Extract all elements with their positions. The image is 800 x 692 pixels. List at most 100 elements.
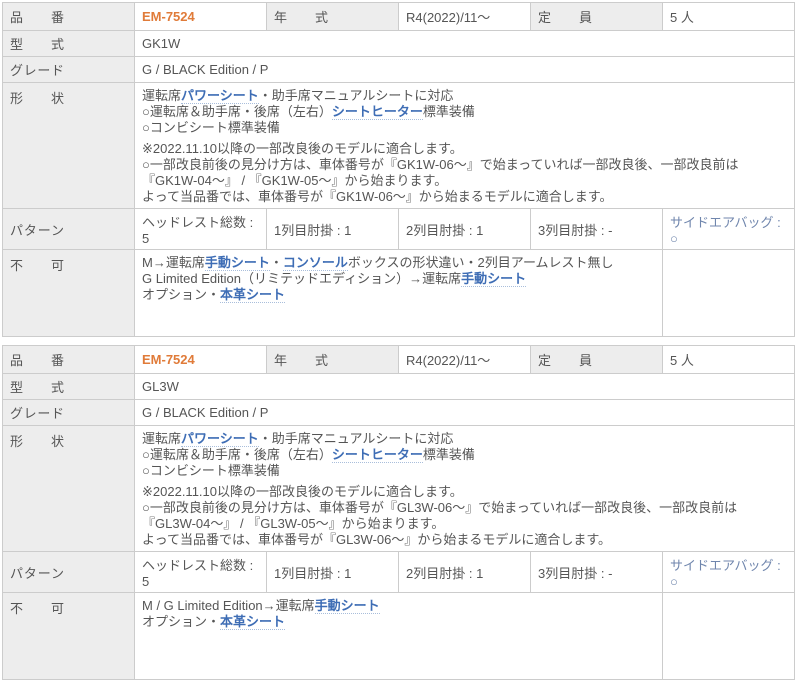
row-model: 型 式 GK1W <box>3 31 795 57</box>
pattern-armrest-row1: 1列目肘掛 : 1 <box>267 552 399 593</box>
label-grade: グレード <box>3 400 135 426</box>
text-line: 運転席パワーシート・助手席マニュアルシートに対応 <box>142 431 787 447</box>
shape-notes: 運転席パワーシート・助手席マニュアルシートに対応○運転席＆助手席・後席（左右）シ… <box>135 83 795 209</box>
label-part-number: 品 番 <box>3 3 135 31</box>
pattern-armrest-row3: 3列目肘掛 : - <box>531 552 663 593</box>
pattern-armrest-row3: 3列目肘掛 : - <box>531 209 663 250</box>
text-line: オプション・本革シート <box>142 287 655 303</box>
label-not-applicable: 不 可 <box>3 250 135 337</box>
pattern-headrest: ヘッドレスト総数 : 5 <box>135 552 267 593</box>
value-part-number: EM-7524 <box>135 3 267 31</box>
not-applicable-notes: M→運転席手動シート・コンソールボックスの形状違い・2列目アームレスト無しG L… <box>135 250 663 337</box>
not-applicable-empty-cell <box>663 593 795 680</box>
term-link[interactable]: 手動シート <box>205 255 270 271</box>
label-shape-text: 形 状 <box>10 88 64 107</box>
label-not-applicable: 不 可 <box>3 593 135 680</box>
label-capacity-text: 定 員 <box>538 350 592 369</box>
text-line: オプション・本革シート <box>142 614 655 630</box>
value-grade: G / BLACK Edition / P <box>135 400 795 426</box>
term-link[interactable]: パワーシート <box>181 431 259 447</box>
text-line: ※2022.11.10以降の一部改良後のモデルに適合します。 <box>142 484 787 500</box>
label-part-number: 品 番 <box>3 346 135 374</box>
row-not-applicable: 不 可 M→運転席手動シート・コンソールボックスの形状違い・2列目アームレスト無… <box>3 250 795 337</box>
label-shape-text: 形 状 <box>10 431 64 450</box>
pattern-side-airbag: サイドエアバッグ : ○ <box>663 209 795 250</box>
side-airbag-link[interactable]: サイドエアバッグ : ○ <box>670 558 781 589</box>
label-capacity: 定 員 <box>531 346 663 374</box>
value-year: R4(2022)/11～ <box>399 346 531 374</box>
label-model: 型 式 <box>3 374 135 400</box>
label-capacity: 定 員 <box>531 3 663 31</box>
label-pattern: パターン <box>3 552 135 593</box>
term-link[interactable]: 手動シート <box>461 271 526 287</box>
label-grade: グレード <box>3 57 135 83</box>
spec-table-2: 品 番 EM-7524 年 式 R4(2022)/11～ 定 員 5 人 型 式… <box>2 345 795 680</box>
term-link[interactable]: 本革シート <box>220 287 285 303</box>
label-grade-text: グレード <box>10 60 64 79</box>
value-capacity: 5 人 <box>663 346 795 374</box>
row-header: 品 番 EM-7524 年 式 R4(2022)/11～ 定 員 5 人 <box>3 3 795 31</box>
text-line: よって当品番では、車体番号が『GL3W-06～』から始まるモデルに適合します。 <box>142 532 787 548</box>
pattern-headrest: ヘッドレスト総数 : 5 <box>135 209 267 250</box>
value-year: R4(2022)/11～ <box>399 3 531 31</box>
value-grade: G / BLACK Edition / P <box>135 57 795 83</box>
row-model: 型 式 GL3W <box>3 374 795 400</box>
row-pattern: パターン ヘッドレスト総数 : 5 1列目肘掛 : 1 2列目肘掛 : 1 3列… <box>3 552 795 593</box>
value-capacity: 5 人 <box>663 3 795 31</box>
label-model-text: 型 式 <box>10 34 64 53</box>
spec-table-1: 品 番 EM-7524 年 式 R4(2022)/11～ 定 員 5 人 型 式… <box>2 2 795 337</box>
label-year: 年 式 <box>267 346 399 374</box>
not-applicable-notes: M / G Limited Edition→運転席手動シートオプション・本革シー… <box>135 593 663 680</box>
side-airbag-link[interactable]: サイドエアバッグ : ○ <box>670 215 781 246</box>
label-model: 型 式 <box>3 31 135 57</box>
term-link[interactable]: コンソール <box>283 255 348 271</box>
text-line: ○一部改良前後の見分け方は、車体番号が『GL3W-06～』で始まっていれば一部改… <box>142 500 787 532</box>
text-line: 運転席パワーシート・助手席マニュアルシートに対応 <box>142 88 787 104</box>
row-shape: 形 状 運転席パワーシート・助手席マニュアルシートに対応○運転席＆助手席・後席（… <box>3 83 795 209</box>
pattern-armrest-row2: 2列目肘掛 : 1 <box>399 209 531 250</box>
label-pattern: パターン <box>3 209 135 250</box>
pattern-armrest-row2: 2列目肘掛 : 1 <box>399 552 531 593</box>
label-model-text: 型 式 <box>10 377 64 396</box>
part-number-text: EM-7524 <box>142 352 195 367</box>
row-grade: グレード G / BLACK Edition / P <box>3 400 795 426</box>
label-year-text: 年 式 <box>274 7 328 26</box>
pattern-armrest-row1: 1列目肘掛 : 1 <box>267 209 399 250</box>
row-header: 品 番 EM-7524 年 式 R4(2022)/11～ 定 員 5 人 <box>3 346 795 374</box>
text-line: M→運転席手動シート・コンソールボックスの形状違い・2列目アームレスト無し <box>142 255 655 271</box>
value-part-number: EM-7524 <box>135 346 267 374</box>
text-line: ○コンビシート標準装備 <box>142 463 787 479</box>
term-link[interactable]: 本革シート <box>220 614 285 630</box>
text-line: ○コンビシート標準装備 <box>142 120 787 136</box>
term-link[interactable]: 手動シート <box>315 598 380 614</box>
value-model: GL3W <box>135 374 795 400</box>
label-shape: 形 状 <box>3 426 135 552</box>
text-line: よって当品番では、車体番号が『GK1W-06～』から始まるモデルに適合します。 <box>142 189 787 205</box>
text-line: ※2022.11.10以降の一部改良後のモデルに適合します。 <box>142 141 787 157</box>
label-pattern-text: パターン <box>10 220 64 239</box>
text-line: ○一部改良前後の見分け方は、車体番号が『GK1W-06～』で始まっていれば一部改… <box>142 157 787 189</box>
text-line: G Limited Edition（リミテッドエディション）→運転席手動シート <box>142 271 655 287</box>
text-line: M / G Limited Edition→運転席手動シート <box>142 598 655 614</box>
label-part-number-text: 品 番 <box>10 350 64 369</box>
term-link[interactable]: パワーシート <box>181 88 259 104</box>
row-pattern: パターン ヘッドレスト総数 : 5 1列目肘掛 : 1 2列目肘掛 : 1 3列… <box>3 209 795 250</box>
text-line: ○運転席＆助手席・後席（左右）シートヒーター標準装備 <box>142 104 787 120</box>
label-not-applicable-text: 不 可 <box>10 255 64 274</box>
label-shape: 形 状 <box>3 83 135 209</box>
row-shape: 形 状 運転席パワーシート・助手席マニュアルシートに対応○運転席＆助手席・後席（… <box>3 426 795 552</box>
label-year: 年 式 <box>267 3 399 31</box>
not-applicable-empty-cell <box>663 250 795 337</box>
pattern-side-airbag: サイドエアバッグ : ○ <box>663 552 795 593</box>
label-part-number-text: 品 番 <box>10 7 64 26</box>
label-capacity-text: 定 員 <box>538 7 592 26</box>
shape-notes: 運転席パワーシート・助手席マニュアルシートに対応○運転席＆助手席・後席（左右）シ… <box>135 426 795 552</box>
label-pattern-text: パターン <box>10 563 64 582</box>
term-link[interactable]: シートヒーター <box>332 104 423 120</box>
term-link[interactable]: シートヒーター <box>332 447 423 463</box>
row-grade: グレード G / BLACK Edition / P <box>3 57 795 83</box>
part-number-text: EM-7524 <box>142 9 195 24</box>
label-grade-text: グレード <box>10 403 64 422</box>
value-model: GK1W <box>135 31 795 57</box>
row-not-applicable: 不 可 M / G Limited Edition→運転席手動シートオプション・… <box>3 593 795 680</box>
